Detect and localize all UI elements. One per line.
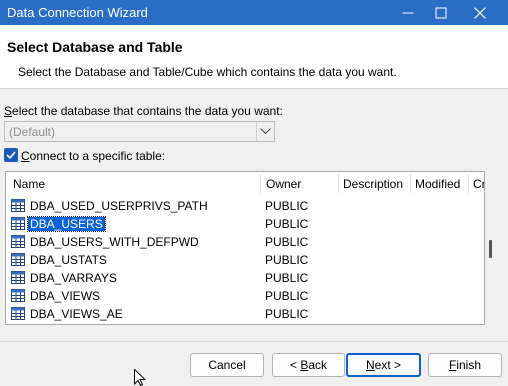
page-title: Select Database and Table [7, 39, 183, 55]
table-row-name: DBA_VARRAYS [30, 271, 117, 285]
chevron-down-icon [260, 128, 271, 135]
mouse-pointer-icon [134, 369, 146, 386]
table-row-owner: PUBLIC [265, 217, 309, 231]
connect-table-label[interactable]: Connect to a specific table: [21, 149, 165, 163]
next-button[interactable]: Next > [346, 353, 421, 377]
table-icon [11, 271, 25, 284]
database-label: Select the database that contains the da… [4, 104, 283, 118]
finish-button-label: inish [456, 358, 482, 372]
column-header-description[interactable]: Description [338, 172, 411, 195]
table-list[interactable]: Name Owner Description Modified Cr DBA_U… [5, 171, 485, 325]
table-icon [11, 217, 25, 230]
column-header-owner[interactable]: Owner [260, 172, 339, 195]
table-row[interactable]: DBA_VARRAYS PUBLIC [6, 269, 484, 287]
maximize-button[interactable] [421, 0, 461, 25]
connect-table-label-mnemonic: C [21, 149, 30, 163]
table-row-name: DBA_USERS_WITH_DEFPWD [30, 235, 199, 249]
next-button-label: ext > [374, 358, 402, 372]
table-row-owner: PUBLIC [265, 307, 309, 321]
table-row-selected[interactable]: DBA_USERS PUBLIC [6, 215, 484, 233]
database-label-mnemonic: S [4, 104, 13, 118]
column-header-created[interactable]: Cr [468, 172, 484, 195]
window-title: Data Connection Wizard [7, 5, 148, 20]
table-icon [11, 253, 25, 266]
back-button-label: ack [308, 358, 328, 372]
table-row-name: DBA_USED_USERPRIVS_PATH [30, 199, 208, 213]
cancel-button-label: Cancel [208, 358, 246, 372]
table-list-header: Name Owner Description Modified Cr [6, 172, 484, 195]
table-row[interactable]: DBA_USERS_WITH_DEFPWD PUBLIC [6, 233, 484, 251]
column-header-modified[interactable]: Modified [410, 172, 469, 195]
database-dropdown-button[interactable] [256, 122, 274, 141]
minimize-icon [402, 12, 414, 13]
database-dropdown-value: (Default) [9, 125, 56, 139]
next-button-mnemonic: N [365, 358, 375, 372]
table-row-name: DBA_USTATS [30, 253, 107, 267]
finish-button[interactable]: Finish [428, 353, 502, 377]
table-row[interactable]: DBA_VIEWS PUBLIC [6, 287, 484, 305]
table-row[interactable]: DBA_VIEWS_AE PUBLIC [6, 305, 484, 323]
table-icon [11, 289, 25, 302]
table-row-owner: PUBLIC [265, 271, 309, 285]
wizard-header: Select Database and Table Select the Dat… [0, 25, 508, 89]
title-bar[interactable]: Data Connection Wizard [0, 0, 508, 25]
cancel-button[interactable]: Cancel [190, 353, 264, 377]
back-button[interactable]: < Back [272, 353, 345, 377]
maximize-icon [435, 7, 447, 18]
connect-table-label-text: onnect to a specific table: [29, 149, 166, 163]
table-row-name: DBA_VIEWS_AE [30, 307, 123, 321]
table-row-owner: PUBLIC [265, 289, 309, 303]
table-icon [11, 307, 25, 320]
table-row-owner: PUBLIC [265, 253, 309, 267]
column-header-name[interactable]: Name [6, 172, 261, 195]
database-dropdown[interactable]: (Default) [4, 121, 275, 142]
table-icon [11, 235, 25, 248]
database-label-text: elect the database that contains the dat… [12, 104, 283, 118]
table-row[interactable]: DBA_USTATS PUBLIC [6, 251, 484, 269]
page-subtitle: Select the Database and Table/Cube which… [18, 65, 397, 79]
footer-divider [0, 341, 508, 342]
connect-table-checkbox[interactable] [4, 148, 18, 162]
back-button-prefix: < [289, 358, 301, 372]
table-row-owner: PUBLIC [265, 199, 309, 213]
table-icon [11, 199, 25, 212]
close-icon [474, 7, 486, 18]
table-row[interactable]: DBA_USED_USERPRIVS_PATH PUBLIC [6, 197, 484, 215]
checkmark-icon [6, 151, 16, 160]
table-row-name: DBA_VIEWS [30, 289, 101, 303]
table-row-owner: PUBLIC [265, 235, 309, 249]
table-row-name: DBA_USERS [27, 216, 106, 232]
close-button[interactable] [460, 0, 500, 25]
vertical-scrollbar[interactable] [489, 240, 492, 258]
